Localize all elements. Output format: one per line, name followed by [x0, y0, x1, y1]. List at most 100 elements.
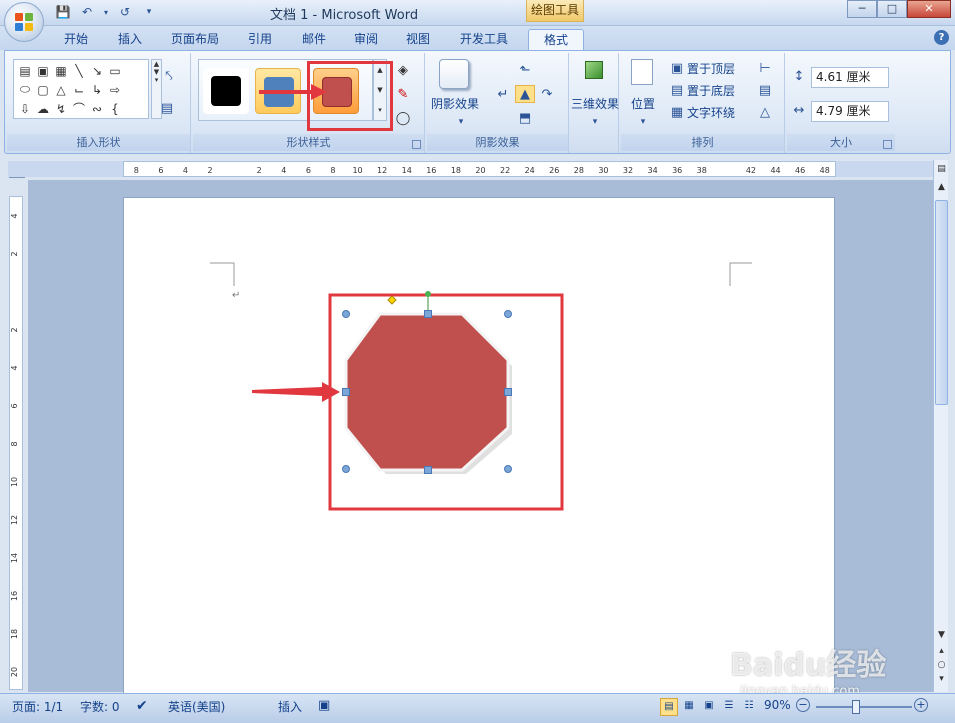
zoom-thumb[interactable]: [852, 700, 860, 714]
scroll-thumb[interactable]: [935, 200, 948, 405]
vertical-ruler[interactable]: 4 2 2 4 6 8 10 12 14 16 18 20: [9, 196, 23, 690]
triangle-icon[interactable]: △: [52, 80, 70, 99]
width-input[interactable]: 4.79 厘米: [811, 101, 889, 122]
resize-handle-t[interactable]: [424, 310, 432, 318]
web-layout-icon[interactable]: ▣: [700, 698, 718, 716]
vertical-textbox-icon[interactable]: ▦: [52, 61, 70, 80]
line-icon[interactable]: ╲: [70, 61, 88, 80]
text-wrap-icon[interactable]: ▦: [667, 103, 687, 121]
size-dialog-launcher-icon[interactable]: [883, 140, 892, 149]
rotation-handle[interactable]: [425, 291, 431, 297]
undo-dropdown-icon[interactable]: ▾: [102, 3, 110, 21]
shape-fill-icon[interactable]: ◈: [393, 61, 413, 79]
next-page-icon[interactable]: ▾: [935, 674, 948, 684]
send-to-back-button[interactable]: 置于底层: [687, 82, 735, 99]
shadow-dropdown-icon[interactable]: ▾: [451, 113, 471, 131]
elbow-connector-icon[interactable]: ⌙: [70, 80, 88, 99]
resize-handle-tl[interactable]: [342, 310, 350, 318]
draw-textbox-icon[interactable]: ▤: [157, 99, 177, 117]
macro-record-icon[interactable]: ▣: [318, 698, 330, 713]
tab-view[interactable]: 视图: [396, 29, 440, 50]
edit-shape-icon[interactable]: ⤣: [159, 67, 179, 85]
zoom-level[interactable]: 90%: [764, 698, 791, 712]
3d-dropdown-icon[interactable]: ▾: [585, 113, 605, 131]
style-black[interactable]: [203, 68, 249, 114]
curve-icon[interactable]: ∾: [88, 99, 106, 118]
position-button[interactable]: 位置: [631, 95, 655, 112]
picture-textbox-icon[interactable]: ▣: [34, 61, 52, 80]
office-button[interactable]: [4, 2, 44, 42]
position-icon[interactable]: [631, 59, 653, 85]
language-indicator[interactable]: 英语(美国): [168, 698, 225, 715]
save-icon[interactable]: 💾: [54, 3, 72, 21]
tab-mailings[interactable]: 邮件: [292, 29, 336, 50]
zoom-slider[interactable]: [816, 706, 912, 708]
resize-handle-l[interactable]: [342, 388, 350, 396]
group-icon[interactable]: ▤: [755, 81, 775, 99]
nudge-left-icon[interactable]: ↵: [493, 85, 513, 103]
3d-effect-button[interactable]: 三维效果: [571, 95, 619, 112]
oval-icon[interactable]: ⬭: [16, 80, 34, 99]
close-button[interactable]: ✕: [907, 0, 951, 18]
bring-front-icon[interactable]: ▣: [667, 59, 687, 77]
arrow-line-icon[interactable]: ↘: [88, 61, 106, 80]
outline-icon[interactable]: ☰: [720, 698, 738, 716]
ruler-toggle-icon[interactable]: ▤: [935, 164, 948, 178]
page-count[interactable]: 页面: 1/1: [12, 698, 63, 715]
position-dropdown-icon[interactable]: ▾: [633, 113, 653, 131]
prev-page-icon[interactable]: ▴: [935, 646, 948, 656]
right-arrow-icon[interactable]: ⇨: [106, 80, 124, 99]
tab-insert[interactable]: 插入: [108, 29, 152, 50]
redo-icon[interactable]: ↺: [116, 3, 134, 21]
insert-mode[interactable]: 插入: [278, 698, 302, 715]
dialog-launcher-icon[interactable]: [412, 140, 421, 149]
cloud-icon[interactable]: ☁: [34, 99, 52, 118]
nudge-right-icon[interactable]: ↷: [537, 85, 557, 103]
minimize-button[interactable]: ─: [847, 0, 877, 18]
nudge-down-icon[interactable]: ⬒: [515, 109, 535, 127]
print-layout-icon[interactable]: ▤: [660, 698, 678, 716]
nudge-up-icon[interactable]: ⬑: [515, 61, 535, 79]
elbow-arrow-icon[interactable]: ↳: [88, 80, 106, 99]
maximize-button[interactable]: □: [877, 0, 907, 18]
shape-outline-icon[interactable]: ✎: [393, 85, 413, 103]
tab-review[interactable]: 审阅: [344, 29, 388, 50]
customize-qat-icon[interactable]: ▾: [140, 3, 158, 21]
tab-home[interactable]: 开始: [54, 29, 98, 50]
textbox-icon[interactable]: ▤: [16, 61, 34, 80]
zoom-in-icon[interactable]: +: [914, 698, 928, 712]
zoom-out-icon[interactable]: −: [796, 698, 810, 712]
shadow-effect-button[interactable]: 阴影效果: [431, 95, 479, 112]
resize-handle-r[interactable]: [504, 388, 512, 396]
change-shape-icon[interactable]: ◯: [393, 109, 413, 127]
proofing-icon[interactable]: ✔: [136, 698, 148, 714]
brace-icon[interactable]: {: [106, 99, 124, 118]
tab-page-layout[interactable]: 页面布局: [164, 29, 226, 50]
align-icon[interactable]: ⊢: [755, 59, 775, 77]
tab-format[interactable]: 格式: [528, 29, 584, 50]
rounded-rect-icon[interactable]: ▢: [34, 80, 52, 99]
rotate-icon[interactable]: △: [755, 103, 775, 121]
height-input[interactable]: 4.61 厘米: [811, 67, 889, 88]
vertical-scrollbar[interactable]: ▤ ▲ ▼ ▴ ○ ▾: [933, 160, 948, 692]
resize-handle-bl[interactable]: [342, 465, 350, 473]
cube-icon[interactable]: [585, 61, 603, 79]
adjust-handle[interactable]: [387, 295, 397, 305]
octagon-shape[interactable]: [344, 312, 510, 472]
shadow-effect-icon[interactable]: [439, 59, 469, 89]
arc-icon[interactable]: ⌒: [70, 99, 88, 118]
document-page[interactable]: ↵: [123, 197, 835, 697]
resize-handle-br[interactable]: [504, 465, 512, 473]
shadow-toggle-icon[interactable]: ▲: [515, 85, 535, 103]
tab-references[interactable]: 引用: [238, 29, 282, 50]
scroll-up-icon[interactable]: ▲: [935, 182, 948, 196]
word-count[interactable]: 字数: 0: [80, 698, 120, 715]
shape-gallery[interactable]: ▤ ▣ ▦ ╲ ↘ ▭ ⬭ ▢ △ ⌙ ↳ ⇨ ⇩ ☁ ↯ ⌒ ∾ {: [13, 59, 149, 119]
tab-developer[interactable]: 开发工具: [452, 29, 516, 50]
send-back-icon[interactable]: ▤: [667, 81, 687, 99]
draft-icon[interactable]: ☷: [740, 698, 758, 716]
resize-handle-b[interactable]: [424, 466, 432, 474]
rectangle-icon[interactable]: ▭: [106, 61, 124, 80]
down-arrow-icon[interactable]: ⇩: [16, 99, 34, 118]
full-screen-icon[interactable]: ▦: [680, 698, 698, 716]
